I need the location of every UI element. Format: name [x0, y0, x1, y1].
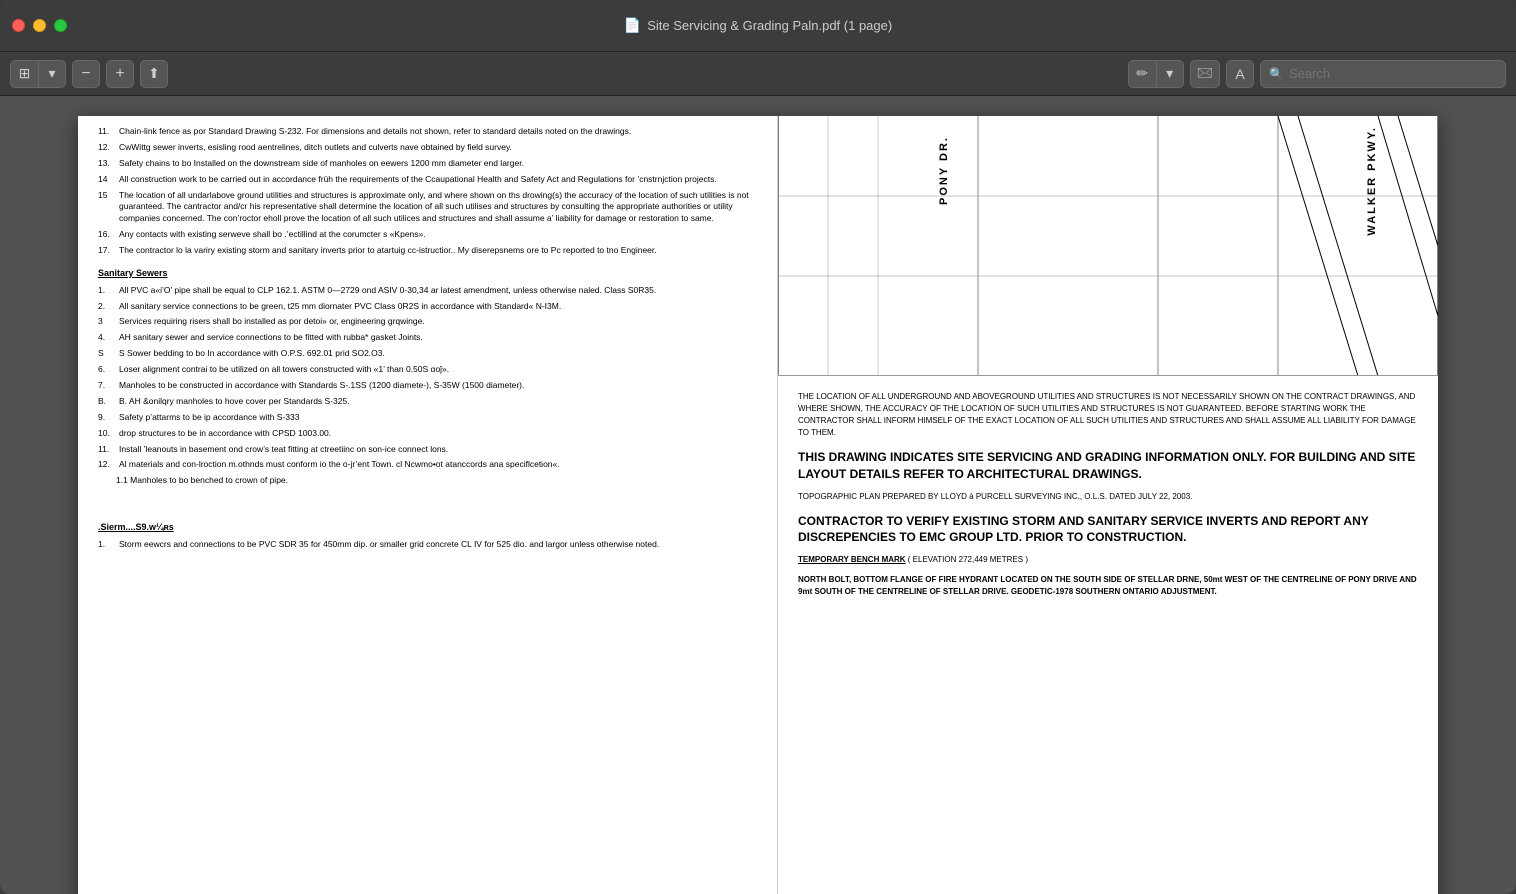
san-10-text: drop structures to be in accordance with… — [119, 428, 331, 440]
find-icon: A — [1235, 66, 1244, 82]
search-box[interactable]: 🔍 — [1260, 60, 1506, 88]
note-13-text: Safety chains to bo Installed on the dow… — [119, 158, 524, 170]
list-item: 11. Chain-link fence as por Standard Dra… — [98, 126, 757, 138]
survey-note: TOPOGRAPHIC PLAN PREPARED BY LLOYD à PUR… — [798, 491, 1418, 503]
san-S-text: S Sower bedding to bo In accordance with… — [119, 348, 385, 360]
list-item: 11. Install ’leanouts in basement ond cr… — [98, 444, 757, 456]
pencil-button[interactable]: ✏ — [1128, 60, 1156, 88]
san-3-text: Services requiring risers shall bo insta… — [119, 316, 425, 328]
pencil-dropdown-button[interactable]: ▾ — [1156, 60, 1184, 88]
list-item: 17. The contractor lo la variry existing… — [98, 245, 757, 257]
chevron-down-icon: ▾ — [48, 65, 55, 82]
road-pony-label: PONY DR. — [938, 136, 950, 205]
list-item: 15 The location of all undarlabove groun… — [98, 190, 757, 226]
note-11-text: Chain-link fence as por Standard Drawing… — [119, 126, 631, 138]
bench-mark-label: TEMPORARY BENCH MARK — [798, 555, 906, 564]
north-bolt-note: NORTH BOLT, BOTTOM FLANGE OF FIRE HYDRAN… — [798, 574, 1418, 598]
maximize-button[interactable] — [54, 19, 67, 32]
stamps-button[interactable]: 🖂 — [1190, 60, 1220, 88]
list-item: 10. drop structures to be in accordance … — [98, 428, 757, 440]
san-4-text: AH sanitary sewer and service connection… — [119, 332, 423, 344]
san-9-text: Safety p’attarms to be ip accordance wit… — [119, 412, 299, 424]
list-item: B. B. AH &onilqry manholes to hove cover… — [98, 396, 757, 408]
storm-1-text: Storm eewcrs and connections to be PVC S… — [119, 539, 659, 551]
san-6-text: Loser alignment contrai to be utilized o… — [119, 364, 449, 376]
zoom-in-icon: + — [115, 65, 124, 83]
list-item: 3 Services requiring risers shall bo ins… — [98, 316, 757, 328]
list-item: S S Sower bedding to bo In accordance wi… — [98, 348, 757, 360]
pencil-icon: ✏ — [1136, 65, 1148, 82]
note-17-text: The contractor lo la variry existing sto… — [119, 245, 657, 257]
traffic-lights — [12, 19, 67, 32]
list-item: 1. Storm eewcrs and connections to be PV… — [98, 539, 757, 551]
sidebar-toggle-button[interactable]: ⊞ — [10, 60, 38, 88]
sidebar-dropdown-button[interactable]: ▾ — [38, 60, 66, 88]
toolbar-right: ✏ ▾ 🖂 A 🔍 — [1128, 60, 1506, 88]
drawing-svg — [778, 116, 1438, 375]
list-item: 13. Safety chains to bo Installed on the… — [98, 158, 757, 170]
contractor-note-bold: CONTRACTOR TO VERIFY EXISTING STORM AND … — [798, 513, 1418, 547]
zoom-out-button[interactable]: − — [72, 60, 100, 88]
drawing-area: PONY DR. WALKER PKWY. — [778, 116, 1438, 376]
list-item: 9. Safety p’attarms to be ip accordance … — [98, 412, 757, 424]
search-icon: 🔍 — [1269, 67, 1284, 81]
zoom-out-icon: − — [81, 65, 90, 83]
pdf-file-icon: 📄 — [624, 17, 641, 34]
main-window: 📄 Site Servicing & Grading Paln.pdf (1 p… — [0, 0, 1516, 894]
titlebar: 📄 Site Servicing & Grading Paln.pdf (1 p… — [0, 0, 1516, 52]
san-12-text: Al materials and con-lroction m.othnds m… — [119, 459, 560, 471]
san-1-text: All PVC a«i’O’ pipe shall be equal to CL… — [119, 285, 656, 297]
list-item: 4. AH sanitary sewer and service connect… — [98, 332, 757, 344]
notes-area: THE LOCATION OF ALL UNDERGROUND AND ABOV… — [778, 376, 1438, 894]
stamps-icon: 🖂 — [1197, 62, 1213, 86]
title-area: 📄 Site Servicing & Grading Paln.pdf (1 p… — [624, 17, 892, 34]
utility-note: THE LOCATION OF ALL UNDERGROUND AND ABOV… — [798, 391, 1418, 439]
share-icon: ⬆ — [148, 65, 160, 82]
list-item: 7. Manholes to be constructed in accorda… — [98, 380, 757, 392]
search-input[interactable] — [1289, 66, 1497, 81]
san-1-1: 1.1 Manholes to bo benched to crown of p… — [116, 475, 757, 487]
list-item: 6. Loser alignment contrai to be utilize… — [98, 364, 757, 376]
list-item: 1. All PVC a«i’O’ pipe shall be equal to… — [98, 285, 757, 297]
share-button[interactable]: ⬆ — [140, 60, 168, 88]
find-button[interactable]: A — [1226, 60, 1254, 88]
sanitary-section-title: Sanitary Sewers — [98, 267, 757, 280]
zoom-in-button[interactable]: + — [106, 60, 134, 88]
bench-mark: TEMPORARY BENCH MARK ( ELEVATION 272,449… — [798, 554, 1418, 566]
list-item: 12. Al materials and con-lroction m.othn… — [98, 459, 757, 471]
sidebar-icon: ⊞ — [19, 65, 31, 82]
list-item: 2. All sanitary service connections to b… — [98, 301, 757, 313]
note-12-text: CwWittg sewer inverts, esisling rood aen… — [119, 142, 512, 154]
list-item: 12. CwWittg sewer inverts, esisling rood… — [98, 142, 757, 154]
close-button[interactable] — [12, 19, 25, 32]
bench-mark-value: ( ELEVATION 272,449 METRES ) — [908, 555, 1028, 564]
pencil-group: ✏ ▾ — [1128, 60, 1184, 88]
san-7-text: Manholes to be constructed in accordance… — [119, 380, 524, 392]
road-walker-label: WALKER PKWY. — [1366, 126, 1378, 236]
pdf-left-column: 11. Chain-link fence as por Standard Dra… — [78, 116, 778, 894]
storm-section-title: .Sierm....S9.w¼ʀs — [98, 521, 757, 534]
sidebar-toggle-group: ⊞ ▾ — [10, 60, 66, 88]
main-content[interactable]: 11. Chain-link fence as por Standard Dra… — [0, 96, 1516, 894]
chevron-down-icon-2: ▾ — [1166, 65, 1173, 82]
note-15-text: The location of all undarlabove ground u… — [119, 190, 757, 226]
minimize-button[interactable] — [33, 19, 46, 32]
san-2-text: All sanitary service connections to be g… — [119, 301, 561, 313]
drawing-note-bold: THIS DRAWING INDICATES SITE SERVICING AN… — [798, 449, 1418, 483]
san-B-text: B. AH &onilqry manholes to hove cover pe… — [119, 396, 350, 408]
toolbar: ⊞ ▾ − + ⬆ ✏ ▾ 🖂 — [0, 52, 1516, 96]
pdf-right-column: PONY DR. WALKER PKWY. THE LOCATION OF AL… — [778, 116, 1438, 894]
note-14-text: All construction work to be carried out … — [119, 174, 717, 186]
pdf-page: 11. Chain-link fence as por Standard Dra… — [78, 116, 1438, 894]
san-11-text: Install ’leanouts in basement ond crow’s… — [119, 444, 448, 456]
window-title: Site Servicing & Grading Paln.pdf (1 pag… — [647, 18, 892, 33]
list-item: 16. Any contacts with existing serweve s… — [98, 229, 757, 241]
list-item: 14 All construction work to be carried o… — [98, 174, 757, 186]
note-16-text: Any contacts with existing serweve shall… — [119, 229, 426, 241]
